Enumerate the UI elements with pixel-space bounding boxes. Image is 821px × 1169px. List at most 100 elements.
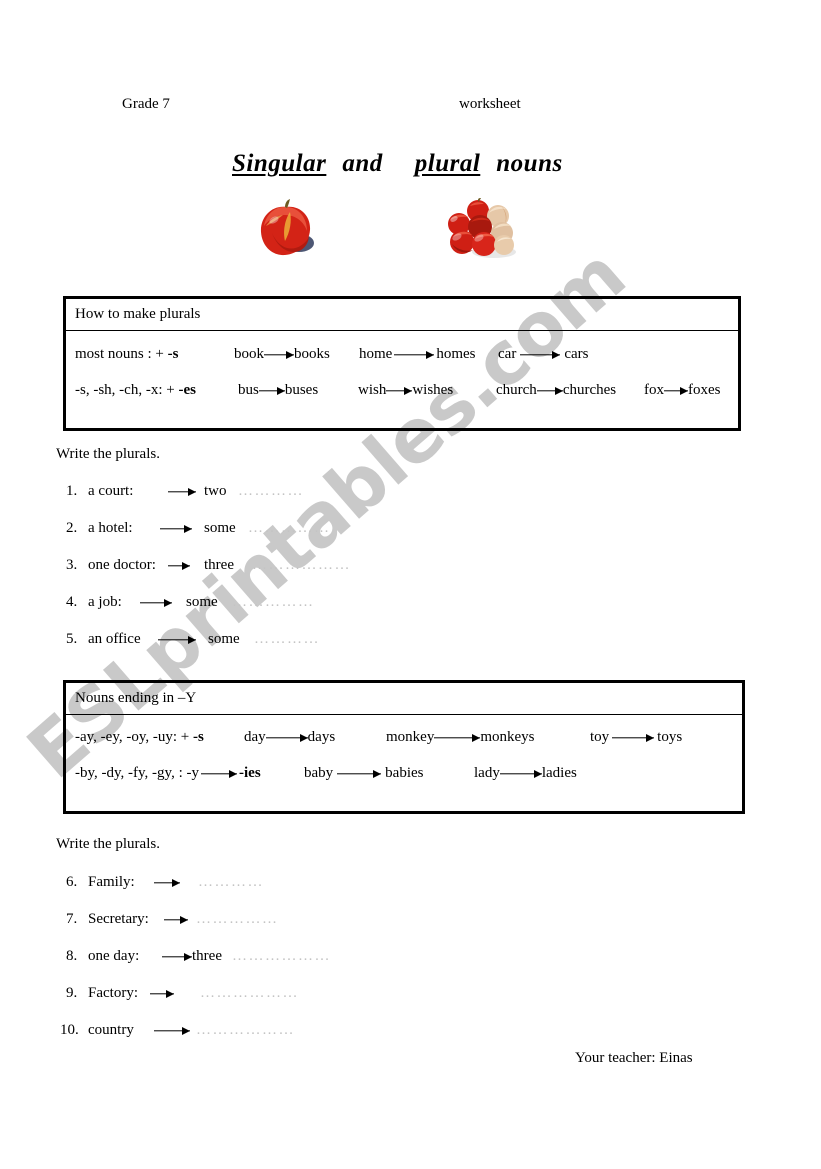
exercise-item-7[interactable]: 7. Secretary: ……………: [66, 911, 279, 928]
arrow-icon: [499, 767, 542, 781]
item-number: 4.: [66, 594, 78, 610]
item-after-word: some: [204, 520, 236, 536]
item-number: 7.: [66, 911, 78, 927]
example-home: home homes: [359, 346, 476, 362]
exercise-item-9[interactable]: 9. Factory: ………………: [66, 985, 299, 1002]
answer-blank[interactable]: …………: [238, 483, 304, 499]
rule-2-suffix: -es: [178, 382, 196, 398]
item-word: a court:: [88, 483, 134, 499]
exercise-item-2[interactable]: 2. a hotel: some ……………: [66, 520, 331, 537]
answer-blank[interactable]: …………: [254, 631, 320, 647]
rule-row-ay-ey-oy-uy: -ay, -ey, -oy, -uy: + -s day days monkey m…: [66, 729, 742, 751]
example-wish: wish wishes: [358, 382, 454, 398]
arrow-icon: [164, 913, 188, 927]
arrow-icon: [394, 348, 435, 362]
answer-blank[interactable]: ……………: [232, 594, 315, 610]
arrow-icon: [536, 384, 563, 398]
example-toy: toy toys: [590, 729, 683, 745]
grade-label: Grade 7: [122, 96, 170, 112]
item-after-word: some: [208, 631, 240, 647]
answer-blank[interactable]: ………………: [232, 948, 331, 964]
item-word: an office: [88, 631, 141, 647]
example-lady: lady ladies: [474, 765, 577, 781]
single-apple-icon: [260, 199, 314, 256]
arrow-icon: [612, 731, 655, 745]
item-after-word: three: [204, 557, 234, 573]
item-after-word: two: [204, 483, 227, 499]
arrow-icon: [154, 1024, 190, 1038]
rule-3-suffix: -s: [193, 729, 204, 745]
exercise-1-prompt: Write the plurals.: [56, 446, 160, 462]
arrow-icon: [140, 596, 172, 610]
arrow-icon: [258, 384, 285, 398]
arrow-icon: [168, 485, 196, 499]
example-bus: bus buses: [238, 382, 319, 398]
item-number: 5.: [66, 631, 78, 647]
arrow-icon: [337, 767, 382, 781]
item-after-word: some: [186, 594, 218, 610]
arrow-icon: [434, 731, 481, 745]
rule-row-s-sh-ch-x: -s, -sh, -ch, -x: + -es bus buses wish wis…: [66, 382, 738, 404]
exercise-item-1[interactable]: 1. a court: two …………: [66, 483, 304, 500]
item-word: Factory:: [88, 985, 138, 1001]
example-day: day days: [244, 729, 336, 745]
item-number: 3.: [66, 557, 78, 573]
example-monkey: monkey monkeys: [386, 729, 535, 745]
title-word-plural: plural: [414, 150, 481, 177]
example-book: book books: [234, 346, 330, 362]
item-number: 10.: [60, 1022, 79, 1038]
example-fox: fox foxes: [644, 382, 721, 398]
title-word-nouns: nouns: [496, 150, 563, 177]
exercise-item-8[interactable]: 8. one day: three ………………: [66, 948, 331, 965]
arrow-icon: [664, 384, 688, 398]
arrow-icon: [265, 731, 308, 745]
answer-blank[interactable]: ……………: [248, 520, 331, 536]
example-church: church churches: [496, 382, 617, 398]
rule-2-text: -s, -sh, -ch, -x: + -es: [75, 382, 196, 398]
answer-blank[interactable]: …………: [180, 874, 264, 890]
exercise-item-5[interactable]: 5. an office some …………: [66, 631, 320, 648]
item-number: 2.: [66, 520, 78, 536]
item-after-word: three: [192, 948, 222, 964]
rule-row-most-nouns: most nouns : + -s book books home homes ca…: [66, 346, 738, 368]
arrow-icon: [264, 348, 294, 362]
item-word: one day:: [88, 948, 140, 964]
rule-4-text: -by, -dy, -fy, -gy, : -y -ies: [75, 765, 261, 781]
arrow-icon: [386, 384, 413, 398]
answer-blank[interactable]: ………………: [252, 557, 351, 573]
exercise-item-10[interactable]: 10. country ………………: [60, 1022, 295, 1039]
exercise-item-3[interactable]: 3. one doctor: three ………………: [66, 557, 351, 574]
rule-box-nouns-ending-y: Nouns ending in –Y -ay, -ey, -oy, -uy: +…: [63, 680, 745, 814]
item-number: 8.: [66, 948, 78, 964]
arrow-icon: [154, 876, 180, 890]
arrow-icon: [201, 767, 237, 781]
item-number: 1.: [66, 483, 78, 499]
title-word-singular: Singular: [232, 150, 327, 177]
apples-group-icon: [448, 198, 516, 258]
arrow-icon: [150, 987, 174, 1001]
example-car: car cars: [498, 346, 589, 362]
item-word: Family:: [88, 874, 135, 890]
arrow-icon: [168, 559, 190, 573]
rule-box-1-divider: [66, 330, 738, 331]
rule-box-2-divider: [66, 714, 742, 715]
arrow-icon: [520, 348, 561, 362]
item-word: Secretary:: [88, 911, 149, 927]
item-number: 6.: [66, 874, 78, 890]
rule-4-suffix: -ies: [239, 765, 261, 781]
item-word: country: [88, 1022, 134, 1038]
answer-blank[interactable]: ……………: [188, 911, 279, 927]
exercise-item-6[interactable]: 6. Family: …………: [66, 874, 264, 891]
answer-blank[interactable]: ………………: [190, 1022, 295, 1038]
arrow-icon: [158, 633, 196, 647]
rule-1-suffix: -s: [167, 346, 179, 362]
rule-3-text: -ay, -ey, -oy, -uy: + -s: [75, 729, 204, 745]
rule-box-2-title: Nouns ending in –Y: [75, 690, 197, 706]
item-word: a job:: [88, 594, 122, 610]
worksheet-label: worksheet: [459, 96, 521, 112]
worksheet-page: ESLprintables.com Grade 7 worksheet Sing…: [0, 0, 821, 1169]
item-number: 9.: [66, 985, 78, 1001]
exercise-item-4[interactable]: 4. a job: some ……………: [66, 594, 315, 611]
title-word-and: and: [342, 150, 383, 177]
answer-blank[interactable]: ………………: [174, 985, 299, 1001]
